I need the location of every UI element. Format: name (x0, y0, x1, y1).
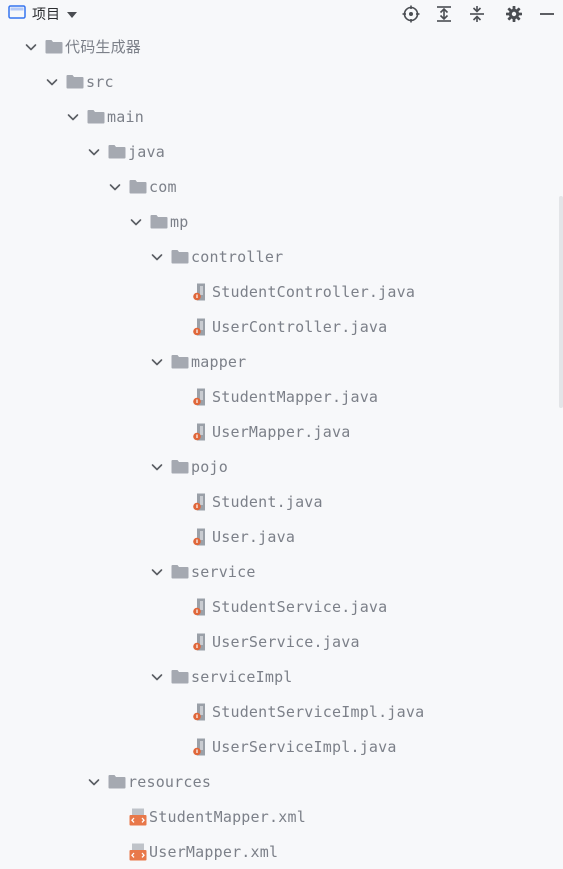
tree-node-label: resources (128, 772, 212, 791)
tree-folder-node[interactable]: src (0, 64, 563, 99)
java-file-icon (192, 283, 210, 301)
folder-icon (108, 143, 126, 161)
chevron-down-icon[interactable] (66, 5, 78, 24)
hide-icon[interactable] (530, 2, 563, 26)
project-window-icon (8, 4, 26, 24)
xml-file-icon (129, 843, 147, 861)
tree-node-label: UserMapper.xml (149, 842, 279, 861)
chevron-down-icon[interactable] (129, 215, 143, 229)
folder-icon (171, 563, 189, 581)
xml-file-icon (129, 808, 147, 826)
tree-file-node[interactable]: UserMapper.xml (0, 834, 563, 869)
tree-folder-node[interactable]: 代码生成器 (0, 29, 563, 64)
chevron-down-icon[interactable] (150, 460, 164, 474)
tree-node-label: UserServiceImpl.java (212, 737, 397, 756)
tree-file-node[interactable]: User.java (0, 519, 563, 554)
tree-node-label: service (191, 562, 256, 581)
chevron-down-icon[interactable] (66, 110, 80, 124)
tree-file-node[interactable]: StudentServiceImpl.java (0, 694, 563, 729)
tree-folder-node[interactable]: mapper (0, 344, 563, 379)
java-file-icon (192, 528, 210, 546)
locate-icon[interactable] (394, 2, 427, 26)
tree-node-label: mapper (191, 352, 247, 371)
java-file-icon (192, 738, 210, 756)
tree-node-label: StudentServiceImpl.java (212, 702, 425, 721)
tree-node-label: StudentService.java (212, 597, 388, 616)
tree-node-label: mp (170, 212, 189, 231)
tree-folder-node[interactable]: mp (0, 204, 563, 239)
tree-node-label: pojo (191, 457, 228, 476)
chevron-down-icon[interactable] (150, 565, 164, 579)
chevron-down-icon[interactable] (45, 75, 59, 89)
tree-node-label: UserMapper.java (212, 422, 351, 441)
folder-icon (171, 458, 189, 476)
expand-all-icon[interactable] (427, 2, 460, 26)
tree-file-node[interactable]: StudentMapper.xml (0, 799, 563, 834)
tree-node-label: main (107, 107, 144, 126)
tree-node-label: com (149, 177, 177, 196)
folder-icon (45, 38, 63, 56)
project-toolbar: 项目 (0, 0, 563, 28)
scrollbar[interactable] (559, 196, 563, 408)
tree-node-label: src (86, 72, 114, 91)
java-file-icon (192, 388, 210, 406)
tree-node-label: StudentMapper.xml (149, 807, 306, 826)
tree-node-label: 代码生成器 (65, 38, 142, 56)
java-file-icon (192, 318, 210, 336)
tree-folder-node[interactable]: main (0, 99, 563, 134)
java-file-icon (192, 598, 210, 616)
folder-icon (129, 178, 147, 196)
tree-file-node[interactable]: StudentMapper.java (0, 379, 563, 414)
tree-folder-node[interactable]: serviceImpl (0, 659, 563, 694)
chevron-down-icon[interactable] (150, 250, 164, 264)
chevron-down-icon[interactable] (150, 670, 164, 684)
tree-file-node[interactable]: StudentService.java (0, 589, 563, 624)
tree-folder-node[interactable]: controller (0, 239, 563, 274)
tree-file-node[interactable]: StudentController.java (0, 274, 563, 309)
java-file-icon (192, 493, 210, 511)
tree-file-node[interactable]: UserController.java (0, 309, 563, 344)
project-view-title: 项目 (32, 7, 60, 23)
tree-node-label: serviceImpl (191, 667, 293, 686)
tree-file-node[interactable]: UserService.java (0, 624, 563, 659)
tree-node-label: StudentMapper.java (212, 387, 379, 406)
tree-node-label: Student.java (212, 492, 323, 511)
tree-node-label: StudentController.java (212, 282, 416, 301)
chevron-down-icon[interactable] (87, 775, 101, 789)
settings-icon[interactable] (497, 2, 530, 26)
folder-icon (171, 353, 189, 371)
tree-file-node[interactable]: Student.java (0, 484, 563, 519)
tree-folder-node[interactable]: pojo (0, 449, 563, 484)
chevron-down-icon[interactable] (24, 40, 38, 54)
folder-icon (171, 668, 189, 686)
tree-folder-node[interactable]: service (0, 554, 563, 589)
chevron-down-icon[interactable] (108, 180, 122, 194)
folder-icon (66, 73, 84, 91)
collapse-all-icon[interactable] (460, 2, 493, 26)
tree-file-node[interactable]: UserServiceImpl.java (0, 729, 563, 764)
folder-icon (87, 108, 105, 126)
tree-folder-node[interactable]: com (0, 169, 563, 204)
folder-icon (108, 773, 126, 791)
tree-file-node[interactable]: UserMapper.java (0, 414, 563, 449)
java-file-icon (192, 423, 210, 441)
java-file-icon (192, 703, 210, 721)
tree-folder-node[interactable]: resources (0, 764, 563, 799)
tree-node-label: User.java (212, 527, 296, 546)
tree-node-label: UserService.java (212, 632, 360, 651)
chevron-down-icon[interactable] (87, 145, 101, 159)
folder-icon (171, 248, 189, 266)
tree-folder-node[interactable]: java (0, 134, 563, 169)
tree-node-label: controller (191, 247, 284, 266)
tree-node-label: UserController.java (212, 317, 388, 336)
tree-node-label: java (128, 142, 165, 161)
folder-icon (150, 213, 168, 231)
project-view-selector[interactable]: 项目 (8, 4, 78, 24)
chevron-down-icon[interactable] (150, 355, 164, 369)
java-file-icon (192, 633, 210, 651)
